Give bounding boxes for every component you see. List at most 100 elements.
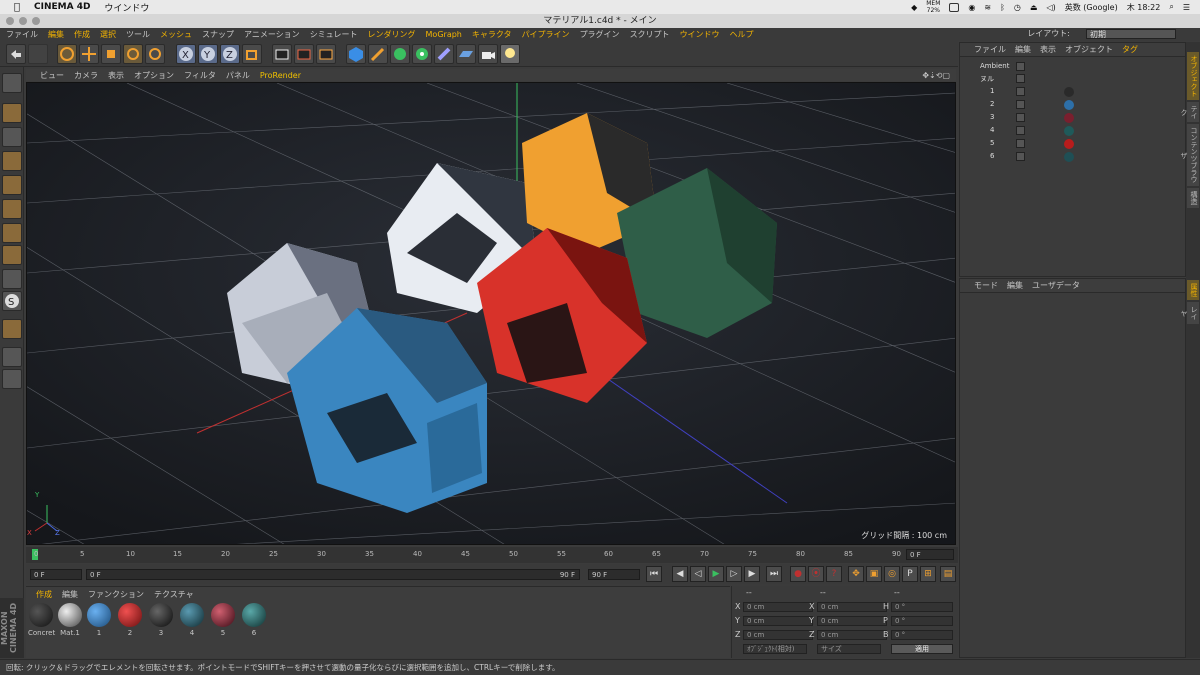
tab-objects[interactable]: オブジェクト [1187,52,1199,100]
z-axis-lock-icon[interactable]: Z [220,44,240,64]
menu-pipeline[interactable]: パイプライン [522,29,570,40]
rot-b-field[interactable]: 0 ° [891,630,953,640]
monitor-icon[interactable] [949,2,960,12]
edges-mode-icon[interactable] [2,199,22,219]
redo-button[interactable] [28,44,48,64]
points-mode-icon[interactable] [2,175,22,195]
visibility-toggle[interactable] [1016,62,1025,71]
close-button[interactable] [6,17,14,25]
app-name[interactable]: CINEMA 4D [34,2,90,12]
tab-content-browser[interactable]: コンテンツブラウザ [1180,124,1199,186]
visibility-toggle[interactable] [1016,100,1025,109]
material-mat1[interactable]: Mat.1 [57,603,83,637]
make-editable-icon[interactable] [2,73,22,93]
go-start-icon[interactable]: ⏮ [646,566,662,582]
rot-h-field[interactable]: 0 ° [891,602,953,612]
menu-simulate[interactable]: シミュレート [310,29,358,40]
menu-mesh[interactable]: メッシュ [160,29,192,40]
y-axis-lock-icon[interactable]: Y [198,44,218,64]
workplane-icon[interactable] [2,151,22,171]
menu-create[interactable]: 作成 [74,29,90,40]
coord-mode-select[interactable]: ｵﾌﾞｼﾞｪｸﾄ(相対) [743,644,807,654]
clock[interactable]: 木 18:22 [1127,2,1161,13]
obj-menu-tags[interactable]: タグ [1122,44,1138,55]
input-method[interactable]: 英数 (Google) [1065,2,1118,13]
3d-viewport[interactable]: Y X Z グリッド間隔 : 100 cm [26,82,956,545]
apple-icon[interactable]:  [10,2,24,13]
axis-mode-icon[interactable] [2,245,22,265]
vp-menu-view[interactable]: ビュー [40,70,64,81]
cube-icon[interactable] [346,44,366,64]
zoom-button[interactable] [32,17,40,25]
tab-layers[interactable]: レイヤ [1180,302,1199,324]
move-icon[interactable] [79,44,99,64]
auto-key-icon[interactable]: ⦿ [808,566,824,582]
current-frame-field[interactable]: 0 F [906,549,954,560]
menu-file[interactable]: ファイル [6,29,38,40]
material-tag-icon[interactable] [1064,113,1074,123]
coord-size-select[interactable]: サイズ [817,644,881,654]
search-icon[interactable]: ⌕ [1169,2,1173,12]
timeline-ruler[interactable]: 0 5 10 15 20 25 30 35 40 45 50 55 60 65 … [26,547,958,563]
visibility-toggle[interactable] [1016,139,1025,148]
menu-script[interactable]: スクリプト [630,29,670,40]
menu-mograph[interactable]: MoGraph [426,30,462,39]
key-position-icon[interactable]: ✥ [848,566,864,582]
start-frame-field[interactable]: 0 F [30,569,82,580]
end-frame-field[interactable]: 90 F [588,569,640,580]
menu-snap[interactable]: スナップ [202,29,234,40]
obj-menu-objects[interactable]: オブジェクト [1065,44,1113,55]
deformer-icon[interactable] [434,44,454,64]
attr-menu-userdata[interactable]: ユーザデータ [1032,280,1080,291]
tab-takes[interactable]: テイク [1180,102,1199,122]
visibility-toggle[interactable] [1016,87,1025,96]
render-picture-viewer-icon[interactable] [294,44,314,64]
range-slider[interactable]: 0 F 90 F [86,569,580,580]
menu-edit[interactable]: 編集 [48,29,64,40]
next-frame-icon[interactable]: ▷ [726,566,742,582]
visibility-toggle[interactable] [1016,74,1025,83]
menu-select[interactable]: 選択 [100,29,116,40]
object-row-ambient[interactable]: Ambient [960,61,1185,73]
dropbox-icon[interactable]: ◆ [911,3,917,12]
rotate-icon[interactable] [123,44,143,64]
material-tag-icon[interactable] [1064,139,1074,149]
volume-icon[interactable]: ◁) [1046,3,1055,12]
material-5[interactable]: 5 [210,603,236,637]
object-row-6[interactable]: 6 [960,151,1185,163]
wifi-icon[interactable]: ≋ [984,3,991,12]
render-settings-icon[interactable] [316,44,336,64]
rot-p-field[interactable]: 0 ° [891,616,953,626]
object-row-4[interactable]: 4 [960,125,1185,137]
eject-icon[interactable]: ⏏ [1030,3,1038,12]
mat-menu-create[interactable]: 作成 [36,589,52,600]
list-icon[interactable]: ☰ [1183,3,1190,12]
vp-menu-panel[interactable]: パネル [226,70,250,81]
texture-mode-icon[interactable] [2,127,22,147]
menu-character[interactable]: キャラクタ [472,29,512,40]
recent-tool-icon[interactable] [145,44,165,64]
model-mode-icon[interactable] [2,103,22,123]
apply-button[interactable]: 適用 [891,644,953,654]
record-keys-icon[interactable]: ● [790,566,806,582]
record-icon[interactable]: ◉ [968,3,975,12]
array-icon[interactable] [412,44,432,64]
vp-menu-display[interactable]: 表示 [108,70,124,81]
keyframe-selection-icon[interactable]: ? [826,566,842,582]
vp-menu-camera[interactable]: カメラ [74,70,98,81]
tab-structure[interactable]: 構造 [1187,188,1199,208]
visibility-toggle[interactable] [1016,152,1025,161]
obj-menu-edit[interactable]: 編集 [1015,44,1031,55]
attr-menu-mode[interactable]: モード [974,280,998,291]
material-1[interactable]: 1 [86,603,112,637]
tweak-mode-icon[interactable] [2,269,22,289]
magnet-icon[interactable] [2,319,22,339]
mat-menu-edit[interactable]: 編集 [62,589,78,600]
menu-animation[interactable]: アニメーション [244,29,300,40]
camera-icon[interactable] [478,44,498,64]
timeline-window-icon[interactable]: ▤ [940,566,956,582]
pen-icon[interactable] [368,44,388,64]
mat-menu-texture[interactable]: テクスチャ [154,589,194,600]
key-scale-icon[interactable]: ▣ [866,566,882,582]
next-key-icon[interactable]: ▶ [744,566,760,582]
